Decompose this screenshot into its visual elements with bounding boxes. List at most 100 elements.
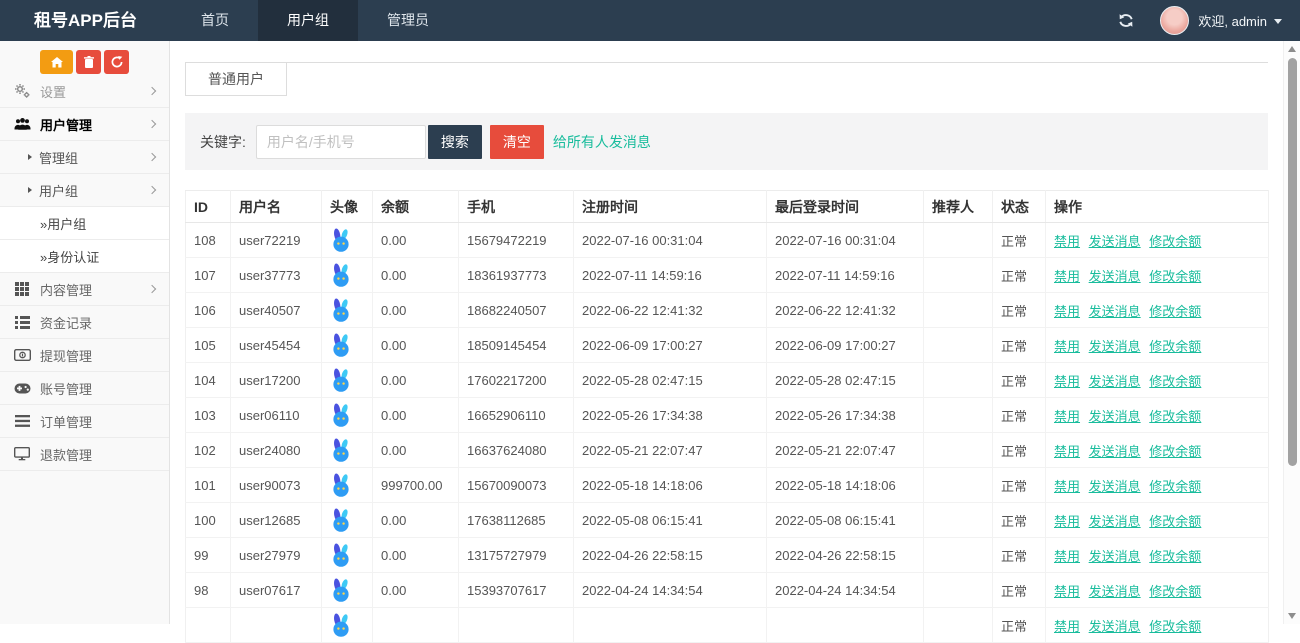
refresh-icon[interactable] bbox=[1118, 13, 1134, 28]
edit-balance-link[interactable]: 修改余额 bbox=[1149, 514, 1201, 529]
disable-user-link[interactable]: 禁用 bbox=[1054, 234, 1080, 249]
cell-registered: 2022-06-09 17:00:27 bbox=[574, 328, 767, 363]
cell-phone: 18361937773 bbox=[459, 258, 574, 293]
cell-referrer bbox=[924, 468, 993, 503]
cell-id bbox=[186, 608, 231, 643]
disable-user-link[interactable]: 禁用 bbox=[1054, 304, 1080, 319]
search-input[interactable] bbox=[256, 125, 426, 159]
sidebar-item-withdrawal-management[interactable]: 提现管理 bbox=[0, 339, 169, 372]
cell-actions: 禁用 发送消息 修改余额 bbox=[1046, 433, 1269, 468]
cell-phone: 18682240507 bbox=[459, 293, 574, 328]
gears-icon bbox=[13, 83, 31, 99]
nav-item-user-group[interactable]: 用户组 bbox=[258, 0, 358, 41]
disable-user-link[interactable]: 禁用 bbox=[1054, 374, 1080, 389]
home-icon[interactable] bbox=[40, 50, 73, 74]
cell-referrer bbox=[924, 503, 993, 538]
cell-balance: 0.00 bbox=[373, 258, 459, 293]
send-message-link[interactable]: 发送消息 bbox=[1089, 269, 1141, 284]
cell-id: 103 bbox=[186, 398, 231, 433]
vertical-scrollbar[interactable] bbox=[1283, 41, 1300, 624]
disable-user-link[interactable]: 禁用 bbox=[1054, 619, 1080, 634]
sidebar-item-refund-management[interactable]: 退款管理 bbox=[0, 438, 169, 471]
sidebar-item-order-management[interactable]: 订单管理 bbox=[0, 405, 169, 438]
edit-balance-link[interactable]: 修改余额 bbox=[1149, 234, 1201, 249]
table-row: 99 user27979 0.00 13175727979 2022-04 bbox=[186, 538, 1269, 573]
sidebar-item-user-group[interactable]: 用户组 bbox=[0, 174, 169, 207]
cell-id: 105 bbox=[186, 328, 231, 363]
edit-balance-link[interactable]: 修改余额 bbox=[1149, 549, 1201, 564]
recycle-icon[interactable] bbox=[104, 50, 129, 74]
disable-user-link[interactable]: 禁用 bbox=[1054, 409, 1080, 424]
chevron-down-icon[interactable] bbox=[1274, 19, 1282, 24]
disable-user-link[interactable]: 禁用 bbox=[1054, 444, 1080, 459]
send-message-link[interactable]: 发送消息 bbox=[1089, 409, 1141, 424]
cell-id: 106 bbox=[186, 293, 231, 328]
welcome-text[interactable]: 欢迎, admin bbox=[1198, 11, 1267, 30]
sidebar-subitem-user-group[interactable]: »用户组 bbox=[0, 207, 169, 240]
send-message-link[interactable]: 发送消息 bbox=[1089, 479, 1141, 494]
sidebar-item-admin-group[interactable]: 管理组 bbox=[0, 141, 169, 174]
cell-actions: 禁用 发送消息 修改余额 bbox=[1046, 293, 1269, 328]
send-message-link[interactable]: 发送消息 bbox=[1089, 619, 1141, 634]
scroll-up-arrow-icon[interactable] bbox=[1288, 46, 1296, 52]
cell-id: 99 bbox=[186, 538, 231, 573]
disable-user-link[interactable]: 禁用 bbox=[1054, 339, 1080, 354]
clear-button[interactable]: 清空 bbox=[490, 125, 544, 159]
cell-actions: 禁用 发送消息 修改余额 bbox=[1046, 258, 1269, 293]
triangle-right-icon bbox=[28, 154, 32, 160]
cell-referrer bbox=[924, 398, 993, 433]
cell-phone: 13175727979 bbox=[459, 538, 574, 573]
scroll-down-arrow-icon[interactable] bbox=[1288, 613, 1296, 619]
trash-icon[interactable] bbox=[76, 50, 101, 74]
cell-last-login: 2022-05-28 02:47:15 bbox=[767, 363, 924, 398]
send-message-link[interactable]: 发送消息 bbox=[1089, 234, 1141, 249]
disable-user-link[interactable]: 禁用 bbox=[1054, 549, 1080, 564]
scrollbar-thumb[interactable] bbox=[1288, 58, 1297, 466]
sidebar-item-label: 退款管理 bbox=[40, 445, 92, 464]
sidebar-subitem-identity-verification[interactable]: »身份认证 bbox=[0, 240, 169, 273]
nav-item-admin[interactable]: 管理员 bbox=[358, 0, 458, 41]
tab-bar: 普通用户 bbox=[185, 62, 1268, 95]
send-message-link[interactable]: 发送消息 bbox=[1089, 549, 1141, 564]
edit-balance-link[interactable]: 修改余额 bbox=[1149, 479, 1201, 494]
user-avatar[interactable] bbox=[1160, 6, 1189, 35]
sidebar-item-content-management[interactable]: 内容管理 bbox=[0, 273, 169, 306]
send-message-link[interactable]: 发送消息 bbox=[1089, 514, 1141, 529]
rabbit-avatar-icon bbox=[330, 473, 352, 498]
cell-registered: 2022-07-11 14:59:16 bbox=[574, 258, 767, 293]
send-message-link[interactable]: 发送消息 bbox=[1089, 304, 1141, 319]
sidebar-item-user-management[interactable]: 用户管理 bbox=[0, 108, 169, 141]
edit-balance-link[interactable]: 修改余额 bbox=[1149, 269, 1201, 284]
sidebar-item-fund-records[interactable]: 资金记录 bbox=[0, 306, 169, 339]
edit-balance-link[interactable]: 修改余额 bbox=[1149, 374, 1201, 389]
edit-balance-link[interactable]: 修改余额 bbox=[1149, 444, 1201, 459]
disable-user-link[interactable]: 禁用 bbox=[1054, 514, 1080, 529]
send-message-link[interactable]: 发送消息 bbox=[1089, 444, 1141, 459]
send-message-link[interactable]: 发送消息 bbox=[1089, 374, 1141, 389]
desktop-icon bbox=[13, 447, 31, 461]
triangle-right-icon bbox=[28, 187, 32, 193]
broadcast-message-link[interactable]: 给所有人发消息 bbox=[553, 132, 651, 152]
cell-actions: 禁用 发送消息 修改余额 bbox=[1046, 468, 1269, 503]
sidebar-item-account-management[interactable]: 账号管理 bbox=[0, 372, 169, 405]
disable-user-link[interactable]: 禁用 bbox=[1054, 269, 1080, 284]
cell-id: 98 bbox=[186, 573, 231, 608]
disable-user-link[interactable]: 禁用 bbox=[1054, 584, 1080, 599]
sidebar-item-settings[interactable]: 设置 bbox=[0, 75, 169, 108]
edit-balance-link[interactable]: 修改余额 bbox=[1149, 619, 1201, 634]
edit-balance-link[interactable]: 修改余额 bbox=[1149, 584, 1201, 599]
edit-balance-link[interactable]: 修改余额 bbox=[1149, 304, 1201, 319]
cell-avatar bbox=[322, 573, 373, 608]
edit-balance-link[interactable]: 修改余额 bbox=[1149, 339, 1201, 354]
cell-username: user40507 bbox=[231, 293, 322, 328]
search-button[interactable]: 搜索 bbox=[428, 125, 482, 159]
tab-normal-users[interactable]: 普通用户 bbox=[185, 63, 287, 96]
edit-balance-link[interactable]: 修改余额 bbox=[1149, 409, 1201, 424]
table-row: 108 user72219 0.00 15679472219 2022-0 bbox=[186, 223, 1269, 258]
bars-icon bbox=[13, 415, 31, 427]
col-header-last-login: 最后登录时间 bbox=[767, 191, 924, 223]
send-message-link[interactable]: 发送消息 bbox=[1089, 584, 1141, 599]
nav-item-home[interactable]: 首页 bbox=[172, 0, 258, 41]
disable-user-link[interactable]: 禁用 bbox=[1054, 479, 1080, 494]
send-message-link[interactable]: 发送消息 bbox=[1089, 339, 1141, 354]
